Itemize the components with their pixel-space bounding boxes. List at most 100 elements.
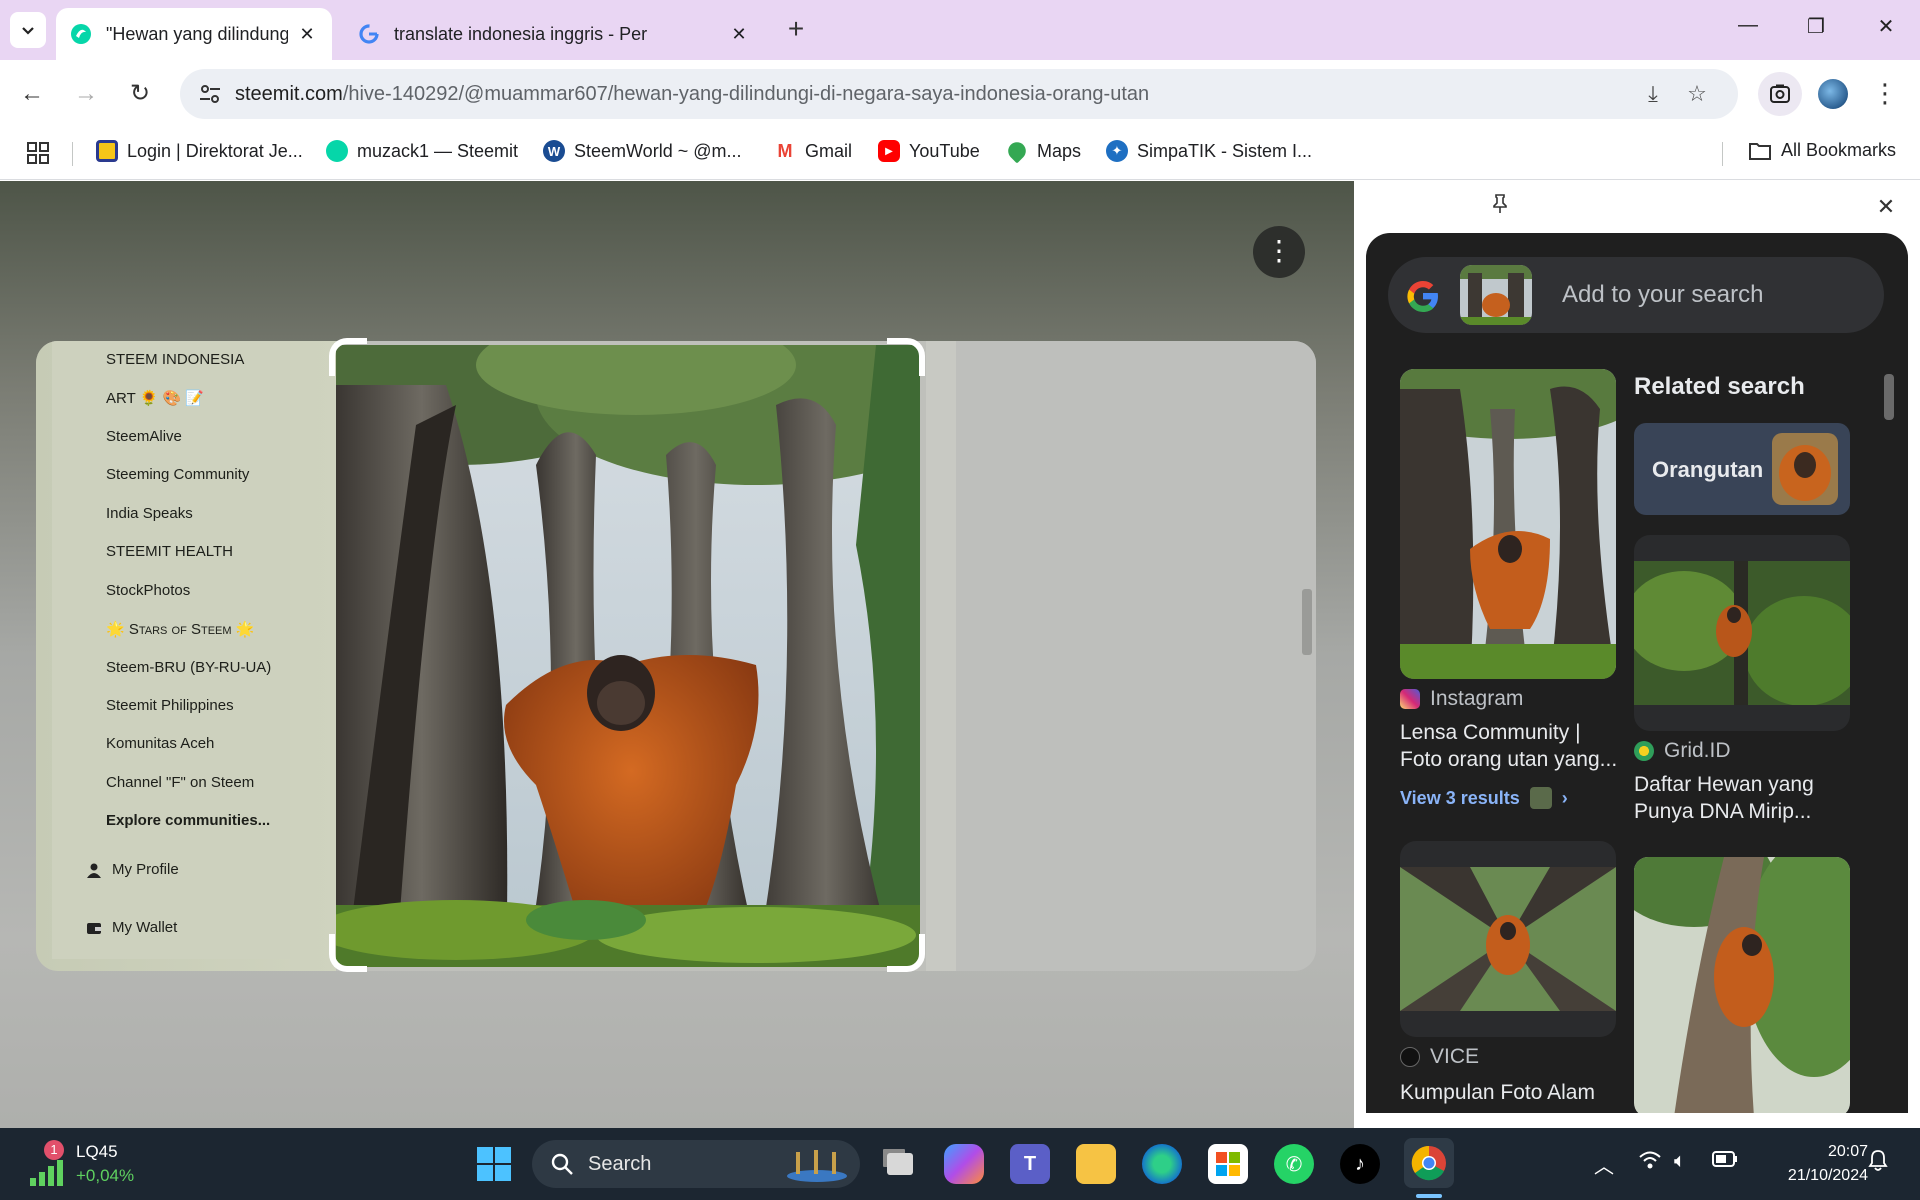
page-scrollbar-thumb[interactable] [1302, 589, 1312, 655]
result-title[interactable]: Kumpulan Foto Alam [1400, 1079, 1616, 1106]
tab-search-button[interactable] [10, 12, 46, 48]
address-bar[interactable]: steemit.com/hive-140292/@muammar607/hewa… [180, 69, 1738, 119]
result-image-4[interactable] [1634, 857, 1850, 1113]
result-image-instagram[interactable] [1400, 369, 1616, 679]
bookmark-maps[interactable]: Maps [1004, 138, 1082, 164]
community-item[interactable]: Channel "F" on Steem [106, 774, 254, 791]
notification-badge: 1 [44, 1140, 64, 1160]
apps-grid-icon[interactable] [26, 141, 50, 165]
profile-avatar[interactable] [1818, 79, 1848, 109]
menu-label: My Profile [112, 861, 179, 878]
side-panel-scrollbar[interactable] [1882, 350, 1896, 1110]
google-logo-icon [1407, 281, 1438, 312]
task-view-icon[interactable] [880, 1144, 920, 1184]
clock[interactable]: 20:07 21/10/2024 [1752, 1140, 1868, 1188]
community-item[interactable]: Komunitas Aceh [106, 735, 214, 752]
community-item[interactable]: ART 🌻 🎨 📝 [106, 389, 204, 407]
close-tab-icon[interactable]: ✕ [728, 24, 750, 45]
bookmark-label: YouTube [909, 140, 980, 161]
community-item[interactable]: StockPhotos [106, 582, 190, 599]
result-title[interactable]: Daftar Hewan yang Punya DNA Mirip... [1634, 771, 1850, 825]
community-item[interactable]: India Speaks [106, 505, 193, 522]
explore-communities-link[interactable]: Explore communities... [106, 812, 270, 829]
close-tab-icon[interactable]: ✕ [296, 24, 318, 45]
chip-label: Orangutan [1652, 457, 1764, 482]
pin-icon[interactable] [1484, 191, 1516, 223]
whatsapp-icon[interactable]: ✆ [1274, 1144, 1314, 1184]
bookmark-steemworld[interactable]: W SteemWorld ~ @m... [543, 140, 741, 162]
wifi-icon[interactable] [1638, 1150, 1662, 1176]
community-item[interactable]: 🌟 Stars of Steem 🌟 [106, 620, 254, 638]
community-item[interactable]: Steem-BRU (BY-RU-UA) [106, 659, 271, 676]
browser-menu-icon[interactable]: ⋮ [1870, 78, 1900, 110]
all-bookmarks-button[interactable]: All Bookmarks [1748, 140, 1896, 161]
tiktok-icon[interactable]: ♪ [1340, 1144, 1380, 1184]
bookmark-star-icon[interactable]: ☆ [1684, 81, 1710, 107]
forward-button[interactable]: → [70, 78, 102, 110]
bookmark-login-direktorat[interactable]: Login | Direktorat Je... [96, 140, 303, 162]
windows-start-icon[interactable] [474, 1144, 514, 1184]
restore-button[interactable]: ❐ [1796, 14, 1836, 46]
back-button[interactable]: ← [16, 78, 48, 110]
community-item[interactable]: STEEMIT HEALTH [106, 543, 233, 560]
volume-icon[interactable]: 🔈︎ [1674, 1150, 1686, 1173]
minimize-button[interactable]: — [1728, 14, 1768, 46]
community-item[interactable]: Steemit Philippines [106, 697, 234, 714]
view-results-link[interactable]: View 3 results › [1400, 787, 1568, 809]
chrome-icon[interactable] [1404, 1138, 1454, 1188]
selection-corner-handle[interactable] [887, 338, 925, 376]
my-wallet-link[interactable]: My Wallet [86, 919, 177, 936]
source-label: Instagram [1430, 687, 1524, 710]
store-icon[interactable] [1208, 1144, 1248, 1184]
edge-icon[interactable] [1142, 1144, 1182, 1184]
community-item[interactable]: STEEM INDONESIA [106, 351, 244, 368]
lens-more-options-button[interactable]: ⋮ [1253, 226, 1305, 278]
copilot-icon[interactable] [944, 1144, 984, 1184]
related-chip-orangutan[interactable]: Orangutan [1634, 423, 1850, 515]
orangutan-thumbnail [1772, 433, 1838, 505]
search-image-thumbnail[interactable] [1460, 265, 1532, 325]
lens-search-box[interactable]: Add to your search [1388, 257, 1884, 333]
site-info-icon[interactable] [198, 83, 222, 105]
bookmark-simpatik[interactable]: ✦ SimpaTIK - Sistem I... [1106, 140, 1312, 162]
url-domain: steemit.com [235, 82, 343, 105]
camera-search-icon [1770, 84, 1790, 103]
close-side-panel-icon[interactable]: ✕ [1870, 191, 1902, 223]
windows-taskbar: 1 LQ45 +0,04% Search T ✆ ♪ ︿ 🔈︎ 20:07 21… [0, 1128, 1920, 1200]
tab-steemit[interactable]: "Hewan yang dilindungi di nega ✕ [56, 8, 332, 60]
selected-image-orangutan[interactable] [336, 345, 920, 967]
file-explorer-icon[interactable] [1076, 1144, 1116, 1184]
bookmark-label: Maps [1037, 140, 1082, 161]
reload-button[interactable]: ↻ [124, 78, 156, 110]
google-lens-button[interactable] [1758, 72, 1802, 116]
community-item[interactable]: SteemAlive [106, 428, 182, 445]
scrollbar-thumb[interactable] [1884, 374, 1894, 420]
selection-corner-handle[interactable] [329, 338, 367, 376]
stock-widget[interactable]: 1 LQ45 +0,04% [28, 1140, 158, 1188]
community-item[interactable]: Steeming Community [106, 466, 249, 483]
tab-title: translate indonesia inggris - Per [394, 23, 648, 44]
new-tab-button[interactable]: + [780, 14, 812, 46]
notification-bell-icon[interactable] [1868, 1150, 1888, 1178]
close-window-button[interactable]: ✕ [1866, 14, 1906, 46]
result-title[interactable]: Lensa Community | Foto orang utan yang..… [1400, 719, 1617, 773]
battery-icon[interactable] [1712, 1150, 1738, 1173]
bookmark-muzack1[interactable]: muzack1 — Steemit [326, 140, 518, 162]
selection-corner-handle[interactable] [887, 934, 925, 972]
wallet-icon [87, 922, 101, 934]
chevron-up-icon[interactable]: ︿ [1594, 1150, 1614, 1179]
teams-icon[interactable]: T [1010, 1144, 1050, 1184]
result-source: Instagram [1400, 687, 1523, 711]
taskbar-search-box[interactable]: Search [532, 1140, 860, 1188]
bookmark-gmail[interactable]: M Gmail [774, 140, 852, 162]
install-app-icon[interactable]: ⤓ [1640, 81, 1666, 107]
result-card-vice[interactable] [1400, 841, 1616, 1037]
google-icon [359, 24, 379, 44]
my-profile-link[interactable]: My Profile [86, 861, 179, 878]
tab-title: "Hewan yang dilindungi di nega [106, 23, 288, 44]
bookmark-youtube[interactable]: ▶ YouTube [878, 140, 980, 162]
chart-bars-icon [30, 1160, 63, 1186]
tab-translate[interactable]: translate indonesia inggris - Per ✕ [344, 8, 764, 60]
result-card-gridid[interactable] [1634, 535, 1850, 731]
selection-corner-handle[interactable] [329, 934, 367, 972]
